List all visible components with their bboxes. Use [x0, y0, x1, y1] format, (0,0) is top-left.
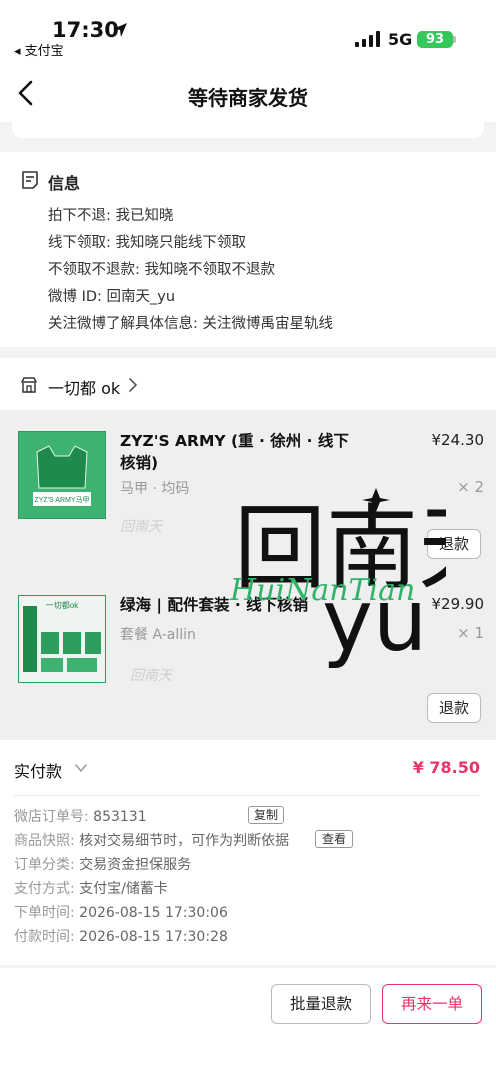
vest-image-icon: ZYZ'S ARMY马甲: [19, 432, 105, 518]
location-arrow-icon: [113, 23, 127, 37]
chevron-down-icon[interactable]: [74, 762, 88, 774]
item-quantity: × 2: [457, 478, 484, 496]
item-quantity: × 1: [457, 624, 484, 642]
divider: [14, 795, 480, 796]
row-value: 支付宝/储蓄卡: [79, 881, 168, 897]
refund-button[interactable]: 退款: [427, 529, 481, 559]
row-label: 微店订单号:: [14, 809, 89, 825]
item-title[interactable]: ZYZ'S ARMY (重 · 徐州 · 线下核销): [120, 430, 360, 474]
info-line: 关注微博了解具体信息: 关注微博禹宙星轨线: [48, 316, 333, 332]
row-label: 订单分类:: [14, 857, 75, 873]
info-title: 信息: [48, 174, 81, 193]
row-value: 核对交易细节时，可作为判断依据: [79, 833, 290, 849]
watermark-text: 回南天: [130, 668, 172, 684]
order-number: 853131: [93, 809, 147, 825]
paid-amount-label[interactable]: 实付款: [14, 758, 62, 782]
network-type: 5G: [388, 30, 413, 49]
view-snapshot-button[interactable]: 查看: [315, 830, 353, 848]
batch-refund-button[interactable]: 批量退款: [271, 984, 371, 1024]
row-value: 2026-08-15 17:30:06: [79, 905, 228, 921]
paid-amount: ¥ 78.50: [412, 758, 480, 777]
refund-button[interactable]: 退款: [427, 693, 481, 723]
pay-time-row: 付款时间: 2026-08-15 17:30:28: [14, 926, 228, 946]
watermark-text: 回南天: [120, 519, 162, 535]
battery-icon: 93: [417, 31, 453, 48]
order-category-row: 订单分类: 交易资金担保服务: [14, 854, 191, 874]
buy-again-button[interactable]: 再来一单: [382, 984, 482, 1024]
item-spec: 马甲 · 均码: [120, 481, 190, 497]
copy-button[interactable]: 复制: [248, 806, 284, 824]
row-label: 下单时间:: [14, 905, 75, 921]
item-spec: 套餐 A-allin: [120, 627, 196, 643]
status-time: 17:30: [52, 18, 119, 42]
shop-name[interactable]: 一切都 ok: [48, 375, 120, 399]
battery-level: 93: [425, 32, 445, 47]
back-to-app-link[interactable]: ◂ 支付宝: [14, 40, 64, 59]
row-label: 付款时间:: [14, 929, 75, 945]
info-line: 微博 ID: 回南天_yu: [48, 289, 176, 305]
order-number-row: 微店订单号: 853131: [14, 806, 147, 826]
row-value: 2026-08-15 17:30:28: [79, 929, 228, 945]
page-title: 等待商家发货: [188, 86, 308, 110]
product-thumbnail[interactable]: ZYZ'S ARMY马甲: [18, 431, 106, 519]
payment-method-row: 支付方式: 支付宝/储蓄卡: [14, 878, 168, 898]
item-title[interactable]: 绿海 | 配件套装 · 线下核销: [120, 594, 360, 616]
row-label: 支付方式:: [14, 881, 75, 897]
snapshot-row: 商品快照: 核对交易细节时，可作为判断依据: [14, 830, 289, 850]
accessory-set-image-icon: 一切都ok: [19, 596, 105, 682]
chevron-right-icon[interactable]: [128, 377, 138, 393]
row-label: 商品快照:: [14, 833, 75, 849]
product-thumbnail[interactable]: 一切都ok: [18, 595, 106, 683]
info-list-icon: [22, 171, 38, 189]
row-value: 交易资金担保服务: [79, 857, 192, 873]
shop-icon: [21, 377, 37, 393]
battery-tip: [453, 36, 456, 43]
item-price: ¥24.30: [431, 431, 485, 449]
thumb-caption: 一切都ok: [46, 601, 79, 610]
info-line: 线下领取: 我知晓只能线下领取: [48, 235, 246, 251]
info-line: 拍下不退: 我已知晓: [48, 208, 174, 224]
info-line: 不领取不退款: 我知晓不领取不退款: [48, 262, 275, 278]
cellular-signal-icon: [355, 31, 380, 47]
thumb-caption: ZYZ'S ARMY马甲: [34, 496, 89, 504]
item-price: ¥29.90: [431, 595, 485, 613]
previous-card-edge: [12, 122, 484, 138]
order-time-row: 下单时间: 2026-08-15 17:30:06: [14, 902, 228, 922]
